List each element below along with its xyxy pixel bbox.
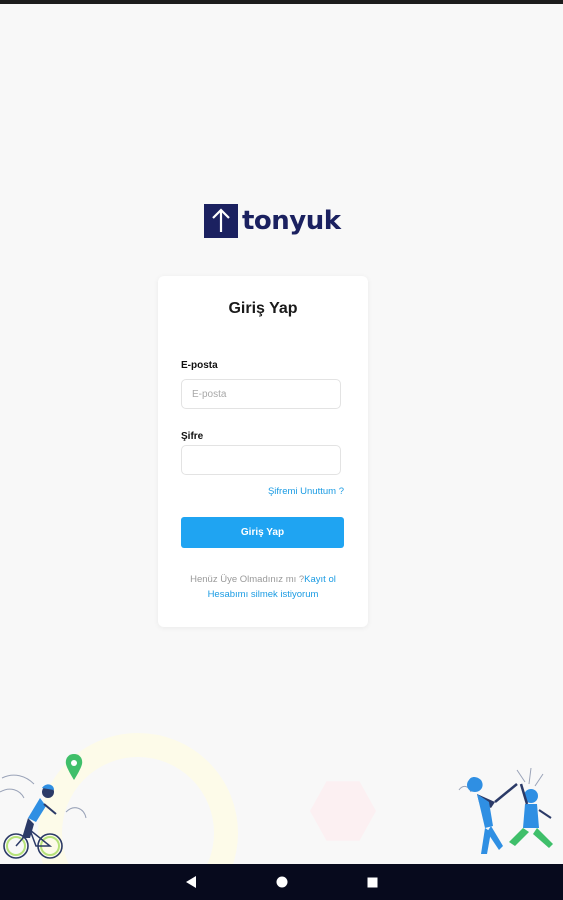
brand-name: tonyuk — [242, 205, 341, 236]
delete-account-link[interactable]: Hesabımı silmek istiyorum — [158, 589, 368, 600]
signup-link[interactable]: Kayıt ol — [304, 574, 336, 585]
signup-prompt: Henüz Üye Olmadınız mı ?Kayıt ol — [158, 574, 368, 585]
page-title: Giriş Yap — [228, 300, 298, 317]
decorative-hexagon — [310, 781, 376, 841]
up-arrow-icon — [204, 203, 238, 238]
password-field[interactable] — [181, 445, 341, 475]
login-card: Giriş Yap E-posta Şifre Şifremi Unuttum … — [158, 276, 368, 627]
back-triangle-icon[interactable] — [171, 864, 211, 900]
email-label: E-posta — [181, 360, 218, 371]
system-nav-bar — [0, 864, 563, 900]
home-circle-icon[interactable] — [262, 864, 302, 900]
brand-logo: tonyuk — [204, 203, 341, 238]
people-illustration — [455, 762, 560, 867]
password-label: Şifre — [181, 431, 204, 442]
forgot-password-link[interactable]: Şifremi Unuttum ? — [268, 486, 344, 497]
status-bar — [0, 0, 563, 4]
cyclist-illustration — [0, 752, 95, 867]
no-account-text: Henüz Üye Olmadınız mı ? — [190, 574, 305, 585]
login-button[interactable]: Giriş Yap — [181, 517, 344, 548]
login-screen: tonyuk Giriş Yap E-posta Şifre Şifremi U… — [0, 0, 563, 900]
recents-square-icon[interactable] — [352, 864, 392, 900]
email-field[interactable] — [181, 379, 341, 409]
